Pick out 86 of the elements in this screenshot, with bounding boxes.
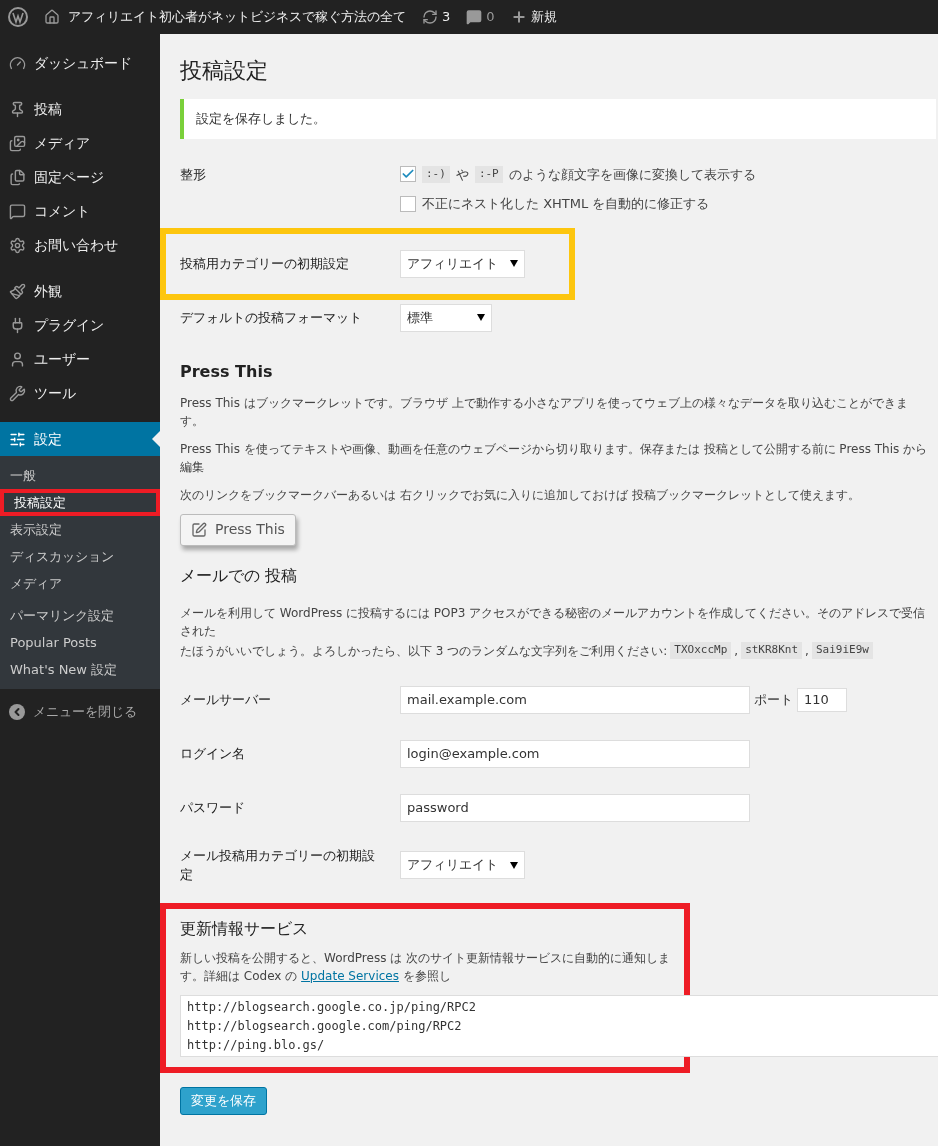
sidebar-item[interactable]: 設定 — [0, 422, 160, 456]
sidebar-item[interactable]: ユーザー — [0, 342, 160, 376]
gear-icon — [9, 236, 26, 254]
press-this-button[interactable]: Press This — [180, 513, 296, 546]
dropdown[interactable]: アフィリエイト — [400, 851, 525, 879]
checkbox[interactable] — [400, 166, 416, 183]
checkbox[interactable] — [400, 195, 416, 212]
speech-bubble-icon[interactable] — [466, 9, 483, 25]
section-heading: Press This — [180, 360, 274, 383]
collapse-menu-button[interactable]: メニューを閉じる — [0, 695, 160, 729]
comments-count[interactable]: 0 — [486, 7, 495, 27]
submenu-item[interactable]: Popular Posts — [0, 629, 160, 656]
sidebar-item[interactable]: 固定ページ — [0, 160, 160, 194]
option-text: のような顔文字を画像に変換して表示する — [508, 165, 756, 184]
field-label: ログイン名 — [180, 744, 246, 763]
sidebar-item[interactable]: コメント — [0, 194, 160, 228]
text-input[interactable]: password — [400, 793, 750, 822]
updates-count[interactable]: 3 — [442, 7, 451, 27]
field-label: メールサーバー — [180, 690, 272, 709]
paragraph: たほうがいいでしょう。よろしかったら、以下 3 つのランダムな文字列をご利用ください: — [180, 642, 668, 660]
update-services-link[interactable]: Update Services — [301, 968, 399, 983]
pointer-notch — [152, 431, 160, 447]
paragraph: Press This はブックマークレットです。ブラウザ 上で動作する小さなアプリを使ってウェブ上の様々なデータを取り込むことができます。 — [180, 394, 909, 430]
code-snippet: Sai9iE9w — [811, 642, 873, 659]
caret-icon — [477, 314, 485, 321]
sidebar-item[interactable]: お問い合わせ — [0, 228, 160, 262]
page-title: 投稿設定 — [180, 57, 269, 85]
submenu-item[interactable]: メディア — [0, 570, 160, 597]
sidebar-item[interactable]: メディア — [0, 126, 160, 160]
sliders-icon — [9, 430, 26, 448]
field-label: デフォルトの投稿フォーマット — [180, 308, 363, 327]
pages-icon — [9, 168, 26, 186]
site-title-link[interactable]: アフィリエイト初心者がネットビジネスで稼ぐ方法の全て — [68, 7, 406, 27]
paragraph: 次のリンクをブックマークバーあるいは 右クリックでお気に入りに追加しておけば 投稿ブックマークレットとして使えます。 — [180, 486, 861, 504]
dropdown[interactable]: 標準 — [400, 303, 492, 332]
home-icon[interactable] — [44, 9, 60, 25]
user-icon — [9, 350, 26, 368]
field-label: メール投稿用カテゴリーの初期設定 — [180, 846, 376, 884]
sidebar-item[interactable]: プラグイン — [0, 308, 160, 342]
paragraph: 新しい投稿を公開すると、WordPress は 次のサイト更新情報サービスに自動的に通知します。詳細は Codex の Update Services を参照し — [180, 949, 672, 985]
sidebar-item[interactable]: 投稿 — [0, 92, 160, 126]
new-link[interactable]: 新規 — [530, 7, 557, 27]
sidebar-item[interactable]: 外観 — [0, 274, 160, 308]
option-text: 不正にネスト化した XHTML を自動的に修正する — [422, 195, 710, 213]
submenu-item[interactable]: 一般 — [0, 462, 160, 489]
submenu-item[interactable]: 投稿設定 — [0, 489, 160, 516]
ping-list-textarea[interactable]: http://blogsearch.google.co.jp/ping/RPC2 http://blogsearch.google.com/ping/RPC2 http://ping.blo.gs/ — [180, 994, 938, 1057]
code-snippet: :-P — [474, 166, 503, 183]
pin-icon — [9, 100, 26, 118]
comma: , — [734, 642, 739, 660]
comma: , — [805, 642, 809, 660]
section-heading: メールでの 投稿 — [180, 564, 299, 587]
paragraph: メールを利用して WordPress に投稿するには POP3 アクセスができる秘密のメールアカウントを作成してください。そのアドレスで受信された — [180, 604, 927, 640]
caret-icon — [510, 260, 518, 267]
field-label: パスワード — [180, 798, 246, 817]
plus-icon[interactable] — [510, 9, 527, 25]
sidebar-item[interactable]: ダッシュボード — [0, 46, 160, 80]
collapse-icon — [9, 704, 25, 720]
wordpress-logo-icon[interactable] — [8, 7, 28, 27]
gauge-icon — [9, 54, 26, 72]
code-snippet: stKR8Knt — [741, 642, 803, 659]
caret-icon — [510, 861, 518, 869]
text-input[interactable]: mail.example.com — [400, 685, 750, 714]
submenu-item[interactable]: ディスカッション — [0, 543, 160, 570]
edit-icon — [191, 521, 207, 538]
refresh-icon[interactable] — [422, 9, 438, 25]
field-label: ポート — [754, 690, 793, 709]
text-input[interactable]: login@example.com — [400, 739, 750, 768]
submenu-item[interactable]: What's New 設定 — [0, 656, 160, 683]
section-heading: 更新情報サービス — [180, 917, 309, 940]
speech-bubble-icon — [9, 202, 26, 220]
code-snippet: :-) — [422, 166, 450, 183]
field-label: 投稿用カテゴリーの初期設定 — [180, 254, 350, 273]
option-text: や — [455, 165, 469, 184]
dropdown[interactable]: アフィリエイト — [400, 249, 525, 278]
paragraph: Press This を使ってテキストや画像、動画を任意のウェブページから切り取ります。保存または 投稿として公開する前に Press This から編集 — [180, 440, 929, 476]
port-input[interactable]: 110 — [797, 687, 847, 712]
success-notice: 設定を保存しました。 — [180, 99, 936, 139]
submenu-item[interactable]: パーマリンク設定 — [0, 602, 160, 629]
sidebar-item[interactable]: ツール — [0, 376, 160, 410]
paintbrush-icon — [9, 282, 26, 300]
code-snippet: TXOxccMp — [670, 642, 732, 659]
images-icon — [9, 134, 26, 152]
wrench-icon — [9, 384, 26, 402]
field-label: 整形 — [180, 165, 207, 184]
submenu-item[interactable]: 表示設定 — [0, 516, 160, 543]
